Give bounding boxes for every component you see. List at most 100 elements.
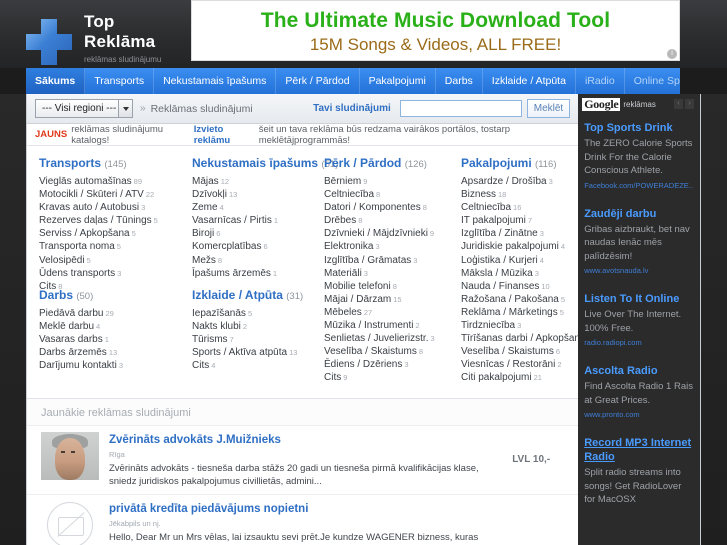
sidebar-ad[interactable]: Ascolta Radio Find Ascolta Radio 1 Rais … xyxy=(578,364,700,420)
category-item[interactable]: Tīrīšanas darbi / Apkopšana6 xyxy=(461,332,592,345)
category-title[interactable]: Pērk / Pārdod (126) xyxy=(324,156,459,170)
ad-thumbnail[interactable] xyxy=(41,501,99,545)
category-item[interactable]: Darbs ārzemēs 13 xyxy=(39,346,189,359)
category-item[interactable]: Nakts klubi 2 xyxy=(192,320,320,333)
category-item[interactable]: Senlietas / Juvelierizstr. 3 xyxy=(324,332,459,345)
category-title[interactable]: Nekustamais īpašums (51) xyxy=(192,156,338,170)
category-item[interactable]: Serviss / Apkopšana 5 xyxy=(39,227,189,240)
category-item[interactable]: Veselība / Skaistums 6 xyxy=(461,345,591,358)
category-item[interactable]: Mežs 8 xyxy=(192,254,320,267)
category-item[interactable]: Rezerves daļas / Tūnings 5 xyxy=(39,214,189,227)
sidebar-ad-title[interactable]: Listen To It Online xyxy=(584,292,694,306)
category-item[interactable]: Motocikli / Skūteri / ATV 22 xyxy=(39,188,189,201)
category-item[interactable]: IT pakalpojumi 7 xyxy=(461,214,591,227)
category-item[interactable]: Darījumu kontakti 3 xyxy=(39,359,189,372)
category-title[interactable]: Transports (145) xyxy=(39,156,189,170)
chevron-left-icon[interactable]: ‹ xyxy=(674,99,683,109)
category-item[interactable]: Izglītība / Zinātne 3 xyxy=(461,227,591,240)
category-item[interactable]: Māksla / Mūzika 3 xyxy=(461,267,591,280)
category-item[interactable]: Transporta noma 5 xyxy=(39,240,189,253)
category-item[interactable]: Mēbeles 27 xyxy=(324,306,459,319)
category-item[interactable]: Datori / Komponentes 8 xyxy=(324,201,459,214)
sidebar-ad[interactable]: Record MP3 Internet Radio Split radio st… xyxy=(578,436,700,507)
category-item[interactable]: Ēdiens / Dzēriens 3 xyxy=(324,358,459,371)
category-item[interactable]: Bērniem 9 xyxy=(324,175,459,188)
category-title[interactable]: Izklaide / Atpūta (31) xyxy=(192,288,320,302)
search-input[interactable] xyxy=(399,100,522,117)
nav-item-nekustamais-ipasums[interactable]: Nekustamais īpašums xyxy=(154,68,277,94)
category-item[interactable]: Sports / Aktīva atpūta 13 xyxy=(192,346,320,359)
region-select[interactable]: --- Visi regioni --- xyxy=(35,99,133,118)
category-item[interactable]: Komercplatības 6 xyxy=(192,240,320,253)
category-item[interactable]: Kravas auto / Autobusi 3 xyxy=(39,201,189,214)
category-item[interactable]: Mājai / Dārzam 15 xyxy=(324,293,459,306)
category-item[interactable]: Dzīvnieki / Mājdzīvnieki 9 xyxy=(324,227,459,240)
category-item[interactable]: Celtniecība 8 xyxy=(324,188,459,201)
sidebar-ad[interactable]: Listen To It Online Live Over The Intern… xyxy=(578,292,700,348)
category-item[interactable]: Zeme 4 xyxy=(192,201,320,214)
category-item[interactable]: Piedāvā darbu 29 xyxy=(39,307,189,320)
sidebar-ad[interactable]: Top Sports Drink The ZERO Calorie Sports… xyxy=(578,121,700,191)
ad-thumbnail[interactable] xyxy=(41,432,99,480)
category-item[interactable]: Vasaras darbs 1 xyxy=(39,333,189,346)
sidebar-ad-title[interactable]: Ascolta Radio xyxy=(584,364,694,378)
ad-info-icon[interactable]: i xyxy=(667,49,677,59)
category-item[interactable]: Mājas 12 xyxy=(192,175,320,188)
nav-item-online-speles[interactable]: Online Spēles xyxy=(625,68,710,94)
category-item[interactable]: Mobilie telefoni 8 xyxy=(324,280,459,293)
category-item[interactable]: Materiāli 3 xyxy=(324,267,459,280)
category-item[interactable]: Tirdzniecība 3 xyxy=(461,319,591,332)
category-item[interactable]: Mūzika / Instrumenti 2 xyxy=(324,319,459,332)
category-item[interactable]: Tūrisms 7 xyxy=(192,333,320,346)
sidebar-ad-title[interactable]: Record MP3 Internet Radio xyxy=(584,436,694,464)
search-button[interactable]: Meklēt xyxy=(526,99,571,118)
category-item[interactable]: Bizness 18 xyxy=(461,188,591,201)
nav-item-pakalpojumi[interactable]: Pakalpojumi xyxy=(360,68,436,94)
category-item[interactable]: Dzīvokļi 13 xyxy=(192,188,320,201)
nav-item-izklaide-atputa[interactable]: Izklaide / Atpūta xyxy=(483,68,576,94)
list-item[interactable]: privātā kredīta piedāvājums nopietni Jēk… xyxy=(27,494,579,545)
category-item[interactable]: Ražošana / Pakošana 5 xyxy=(461,293,591,306)
category-item[interactable]: Nauda / Finanses 10 xyxy=(461,280,591,293)
category-item[interactable]: Izglītība / Grāmatas 3 xyxy=(324,254,459,267)
category-item[interactable]: Cits 9 xyxy=(324,371,459,384)
sidebar-ad-title[interactable]: Top Sports Drink xyxy=(584,121,694,135)
category-item[interactable]: Īpašums ārzemēs 1 xyxy=(192,267,320,280)
category-item[interactable]: Veselība / Skaistums 8 xyxy=(324,345,459,358)
sidebar-ad-title[interactable]: Zaudēji darbu xyxy=(584,207,694,221)
sidebar-ad-url[interactable]: www.pronto.com xyxy=(584,409,694,420)
category-title[interactable]: Darbs (50) xyxy=(39,288,189,302)
sidebar-ad[interactable]: Zaudēji darbu Gribas aizbraukt, bet nav … xyxy=(578,207,700,277)
category-item[interactable]: Ūdens transports 3 xyxy=(39,267,189,280)
nav-item-darbs[interactable]: Darbs xyxy=(436,68,483,94)
category-item[interactable]: Juridiskie pakalpojumi 4 xyxy=(461,240,591,253)
list-item[interactable]: Zvērināts advokāts J.Muižnieks Rīga Zvēr… xyxy=(27,425,579,494)
sidebar-ad-url[interactable]: www.avotsnauda.lv xyxy=(584,265,694,276)
ad-title[interactable]: privātā kredīta piedāvājums nopietni xyxy=(109,502,494,516)
nav-item-iradio[interactable]: iRadio xyxy=(576,68,625,94)
category-item[interactable]: Elektronika 3 xyxy=(324,240,459,253)
ad-title[interactable]: Zvērināts advokāts J.Muižnieks xyxy=(109,433,494,447)
chevron-right-icon[interactable]: › xyxy=(685,99,694,109)
nav-item-transports[interactable]: Transports xyxy=(85,68,155,94)
category-item[interactable]: Velosipēdi 5 xyxy=(39,254,189,267)
sidebar-ad-url[interactable]: Facebook.com/POWERADEZE.. xyxy=(584,180,694,191)
category-item[interactable]: Reklāma / Mārketings 5 xyxy=(461,306,591,319)
category-item[interactable]: Drēbes 8 xyxy=(324,214,459,227)
top-banner-ad[interactable]: The Ultimate Music Download Tool 15M Son… xyxy=(191,0,680,61)
category-item[interactable]: Meklē darbu 4 xyxy=(39,320,189,333)
category-item[interactable]: Citi pakalpojumi 21 xyxy=(461,371,591,384)
news-post-ad-link[interactable]: Izvieto reklāmu xyxy=(194,124,256,146)
category-item[interactable]: Apsardze / Drošība 3 xyxy=(461,175,591,188)
nav-item-sakums[interactable]: Sākums xyxy=(26,68,86,94)
category-item[interactable]: Celtniecība 16 xyxy=(461,201,591,214)
my-ads-link[interactable]: Tavi sludinājumi xyxy=(313,103,391,114)
category-item[interactable]: Viesnīcas / Restorāni 2 xyxy=(461,358,591,371)
category-item[interactable]: Cits 4 xyxy=(192,359,320,372)
nav-item-perk-pardod[interactable]: Pērk / Pārdod xyxy=(276,68,360,94)
category-title[interactable]: Pakalpojumi (116) xyxy=(461,156,591,170)
category-item[interactable]: Vieglās automašīnas 89 xyxy=(39,175,189,188)
category-item[interactable]: Biroji 6 xyxy=(192,227,320,240)
nav-post-ad-button[interactable]: Izvietot sludinājumu xyxy=(709,68,727,94)
category-item[interactable]: Iepazīšanās 5 xyxy=(192,307,320,320)
